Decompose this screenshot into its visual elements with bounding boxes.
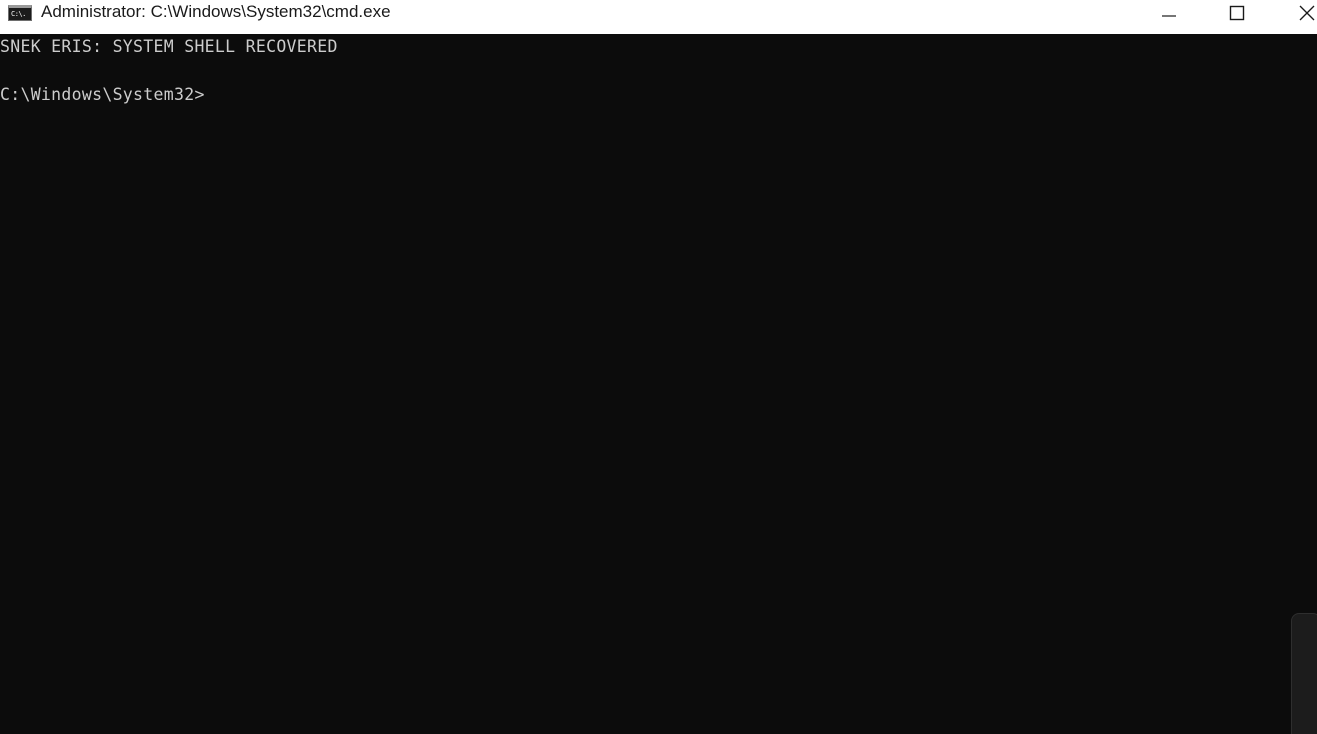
- title-bar[interactable]: C:\. Administrator: C:\Windows\System32\…: [0, 0, 1317, 34]
- maximize-icon: [1229, 5, 1245, 21]
- terminal-line: SNEK ERIS: SYSTEM SHELL RECOVERED: [0, 37, 338, 56]
- close-button[interactable]: [1284, 0, 1317, 26]
- minimize-button[interactable]: [1146, 0, 1192, 26]
- app-icon-label: C:\.: [11, 9, 26, 18]
- terminal-output[interactable]: SNEK ERIS: SYSTEM SHELL RECOVERED C:\Win…: [0, 34, 1317, 734]
- command-prompt[interactable]: C:\Windows\System32>: [0, 83, 205, 107]
- cmd-window: C:\. Administrator: C:\Windows\System32\…: [0, 0, 1317, 734]
- close-icon: [1299, 5, 1315, 21]
- cmd-app-icon[interactable]: C:\.: [8, 5, 32, 21]
- scrollbar-thumb[interactable]: [1291, 613, 1317, 734]
- minimize-icon: [1162, 15, 1176, 17]
- maximize-button[interactable]: [1214, 0, 1260, 26]
- window-title: Administrator: C:\Windows\System32\cmd.e…: [41, 2, 391, 21]
